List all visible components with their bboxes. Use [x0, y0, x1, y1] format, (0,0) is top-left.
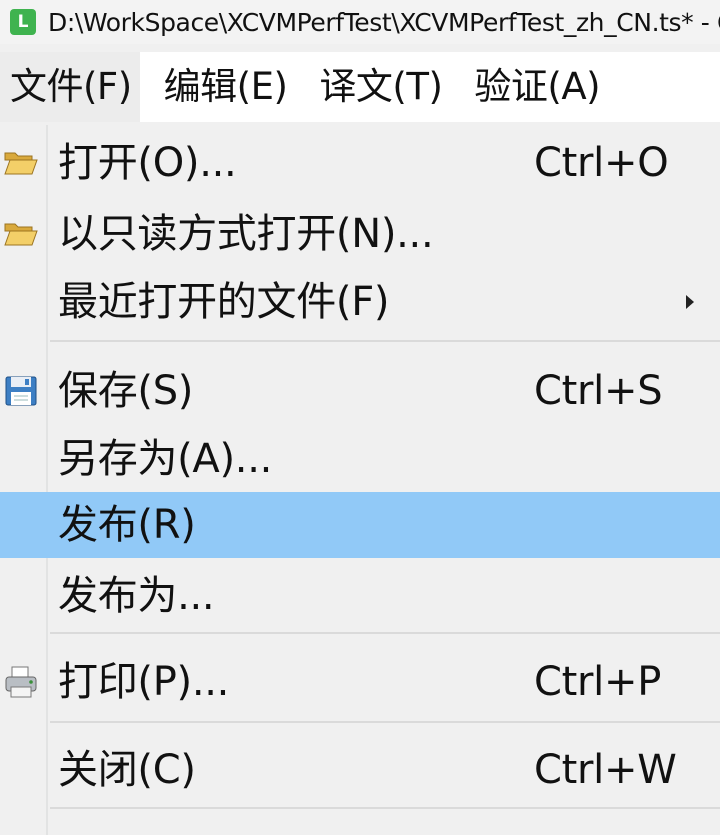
menu-edit[interactable]: 编辑(E) [154, 52, 296, 122]
menu-item-save-as[interactable]: 另存为(A)... [0, 426, 720, 492]
menu-item-close[interactable]: 关闭(C) Ctrl+W [0, 737, 720, 803]
menu-item-shortcut: Ctrl+S [534, 368, 663, 414]
menu-validation[interactable]: 验证(A) [464, 52, 608, 122]
menu-bar: 文件(F) 编辑(E) 译文(T) 验证(A) [0, 52, 720, 122]
menu-item-shortcut: Ctrl+P [534, 659, 662, 705]
menu-separator [50, 340, 720, 342]
menu-item-save[interactable]: 保存(S) Ctrl+S [0, 358, 720, 424]
menu-item-open[interactable]: 打开(O)... Ctrl+O [0, 130, 720, 196]
printer-icon [2, 663, 40, 701]
submenu-arrow-icon [686, 295, 694, 309]
menu-item-label: 发布为... [58, 573, 215, 619]
menu-item-release-as[interactable]: 发布为... [0, 563, 720, 629]
menu-translation[interactable]: 译文(T) [309, 52, 450, 122]
menu-item-label: 另存为(A)... [58, 436, 273, 482]
app-icon: L [10, 9, 36, 35]
menu-item-label: 打印(P)... [58, 659, 230, 705]
save-icon [2, 372, 40, 410]
menu-item-shortcut: Ctrl+O [534, 140, 669, 186]
menu-item-label: 发布(R) [58, 502, 196, 548]
menu-item-label: 打开(O)... [58, 140, 237, 186]
menu-item-label: 保存(S) [58, 368, 194, 414]
menu-item-shortcut: Ctrl+W [534, 747, 677, 793]
menu-file[interactable]: 文件(F) [0, 52, 140, 122]
menu-item-open-readonly[interactable]: 以只读方式打开(N)... [0, 201, 720, 267]
menu-separator [50, 807, 720, 809]
window-title: D:\WorkSpace\XCVMPerfTest\XCVMPerfTest_z… [48, 7, 720, 37]
menu-item-label: 关闭(C) [58, 747, 196, 793]
folder-open-icon [2, 144, 40, 182]
menu-item-print[interactable]: 打印(P)... Ctrl+P [0, 649, 720, 715]
menu-item-label: 最近打开的文件(F) [58, 279, 390, 325]
menu-item-recent-files[interactable]: 最近打开的文件(F) [0, 269, 720, 335]
title-bar: L D:\WorkSpace\XCVMPerfTest\XCVMPerfTest… [0, 0, 720, 44]
menu-separator [50, 721, 720, 723]
file-menu-dropdown: 打开(O)... Ctrl+O 以只读方式打开(N)... 最近打开的文件(F) [0, 125, 720, 835]
menu-item-release[interactable]: 发布(R) [0, 492, 720, 558]
menu-item-label: 以只读方式打开(N)... [58, 211, 434, 257]
folder-open-icon [2, 215, 40, 253]
menu-separator [50, 632, 720, 634]
